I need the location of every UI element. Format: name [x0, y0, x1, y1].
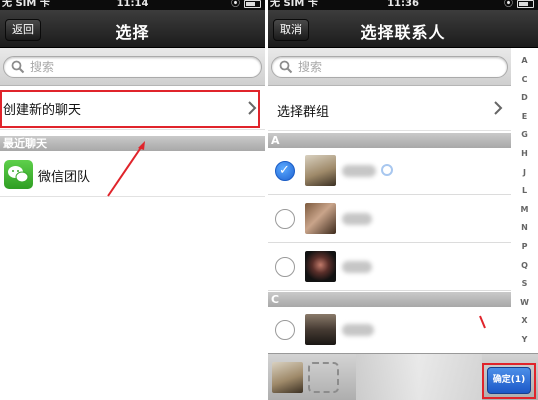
page-title: 选择联系人	[360, 23, 446, 42]
confirm-button[interactable]: 确定(1)	[487, 367, 531, 394]
search-box[interactable]	[271, 56, 508, 78]
contact-row[interactable]: ✓	[268, 148, 511, 195]
contact-checkbox[interactable]: ✓	[275, 161, 295, 181]
status-indicators: ⦿	[504, 0, 534, 9]
orientation-lock-icon: ⦿	[503, 0, 513, 9]
chevron-right-icon	[248, 101, 257, 115]
index-letter[interactable]: S	[511, 279, 538, 288]
search-bar	[268, 48, 511, 86]
index-letter[interactable]: N	[511, 223, 538, 232]
annotation-mark-icon	[479, 315, 486, 329]
battery-icon	[244, 0, 261, 8]
avatar	[305, 155, 336, 186]
search-box[interactable]	[3, 56, 262, 78]
search-bar	[0, 48, 265, 86]
selection-bottom-bar: 确定(1)	[268, 353, 538, 400]
contact-name	[342, 261, 372, 273]
index-letter[interactable]: G	[511, 130, 538, 139]
index-letter[interactable]: A	[511, 56, 538, 65]
index-letter[interactable]: X	[511, 316, 538, 325]
nav-bar: 取消 选择联系人	[268, 10, 538, 48]
page-title: 选择	[115, 23, 150, 42]
index-letter[interactable]: C	[511, 75, 538, 84]
wechat-icon	[4, 160, 33, 189]
selected-avatar[interactable]	[272, 362, 303, 393]
avatar	[305, 314, 336, 345]
search-icon	[279, 60, 293, 74]
select-group-row[interactable]: 选择群组	[268, 86, 511, 131]
section-header-a: A	[268, 133, 511, 148]
annotation-arrow-icon	[107, 141, 145, 197]
search-icon	[11, 60, 25, 74]
contact-row[interactable]	[268, 244, 511, 291]
avatar	[305, 251, 336, 282]
create-new-chat-row[interactable]: 创建新的聊天	[0, 86, 265, 130]
search-input[interactable]	[30, 58, 210, 76]
right-screen: 无 SIM 卡 11:36 ⦿ 取消 选择联系人 选择群组 A ✓	[268, 0, 538, 400]
empty-selection-slot	[308, 362, 339, 393]
index-letter[interactable]: E	[511, 112, 538, 121]
index-letter[interactable]: D	[511, 93, 538, 102]
checkmark-icon: ✓	[279, 163, 290, 178]
contact-name	[342, 324, 374, 336]
nav-bar: 返回 选择	[0, 10, 265, 48]
status-time: 11:36	[387, 0, 419, 9]
contact-row[interactable]	[268, 307, 511, 354]
chat-bubble-icon	[381, 164, 393, 176]
contact-checkbox[interactable]	[275, 320, 295, 340]
status-bar: 无 SIM 卡 11:14 ⦿	[0, 0, 265, 10]
select-group-label: 选择群组	[277, 105, 330, 120]
status-time: 11:14	[116, 0, 149, 9]
contact-row[interactable]	[268, 196, 511, 243]
index-letter[interactable]: Q	[511, 261, 538, 270]
index-letter[interactable]: Y	[511, 335, 538, 344]
index-letter[interactable]: H	[511, 149, 538, 158]
alphabet-index-bar[interactable]: A CD EG H JL MN P QS WX Y	[511, 48, 538, 353]
contact-name	[342, 165, 376, 177]
status-indicators: ⦿	[231, 0, 261, 9]
index-letter[interactable]: W	[511, 298, 538, 307]
status-bar: 无 SIM 卡 11:36 ⦿	[268, 0, 538, 10]
chevron-right-icon	[494, 101, 503, 115]
recent-chat-name: 微信团队	[38, 170, 91, 185]
create-new-chat-label: 创建新的聊天	[3, 103, 82, 118]
orientation-lock-icon: ⦿	[230, 0, 240, 9]
section-header-c: C	[268, 292, 511, 307]
contact-checkbox[interactable]	[275, 257, 295, 277]
battery-icon	[517, 0, 534, 8]
left-screen: 无 SIM 卡 11:14 ⦿ 返回 选择 创建新的聊天 最近聊天	[0, 0, 265, 400]
blurred-region	[356, 354, 482, 400]
search-input[interactable]	[298, 58, 478, 76]
contact-name	[342, 213, 372, 225]
index-letter[interactable]: J	[511, 168, 538, 177]
index-letter[interactable]: L	[511, 186, 538, 195]
index-letter[interactable]: M	[511, 205, 538, 214]
avatar	[305, 203, 336, 234]
contact-checkbox[interactable]	[275, 209, 295, 229]
index-letter[interactable]: P	[511, 242, 538, 251]
